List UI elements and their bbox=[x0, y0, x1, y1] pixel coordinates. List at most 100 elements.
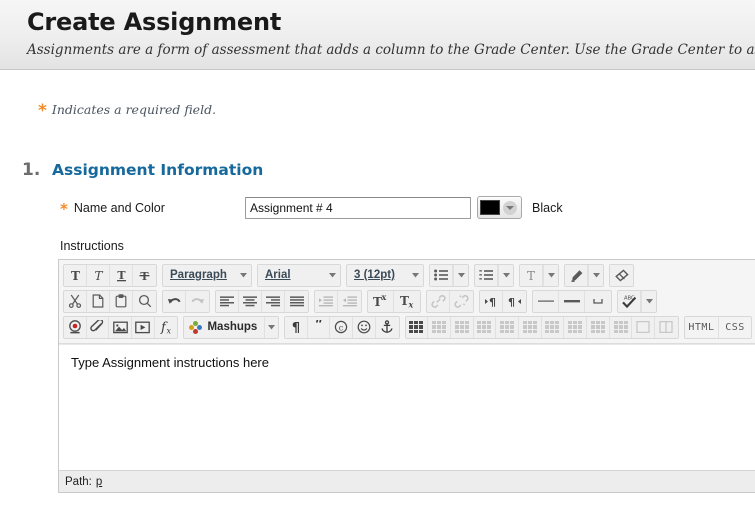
toolbar-row-2: T x T x ¶ ¶ ABC bbox=[61, 288, 755, 314]
subscript-icon[interactable]: T x bbox=[394, 290, 420, 312]
bold-icon[interactable]: T bbox=[64, 264, 87, 286]
color-swatch bbox=[480, 200, 500, 215]
clipboard-group bbox=[63, 289, 157, 313]
table-insert-column-before-icon[interactable] bbox=[541, 316, 565, 338]
table-split-vertical-icon[interactable] bbox=[655, 316, 678, 338]
link-icon[interactable] bbox=[427, 290, 450, 312]
horizontal-rule-icon[interactable] bbox=[533, 290, 559, 312]
font-family-select[interactable]: Arial bbox=[257, 263, 341, 287]
assignment-name-input[interactable] bbox=[245, 196, 471, 219]
editor-toolbar: T T T T Paragraph Arial 3 (12pt) T T x T… bbox=[59, 260, 755, 344]
emoticon-icon[interactable] bbox=[353, 316, 376, 338]
redo-icon[interactable] bbox=[186, 290, 209, 312]
chevron-down-icon[interactable] bbox=[264, 316, 279, 338]
insert-media-icon[interactable] bbox=[132, 316, 155, 338]
section-title: Assignment Information bbox=[52, 161, 264, 179]
text-color-icon[interactable]: T bbox=[520, 264, 543, 286]
paragraph-format-select[interactable]: Paragraph bbox=[162, 263, 252, 287]
page-title: Create Assignment bbox=[27, 8, 282, 36]
chevron-down-icon[interactable] bbox=[453, 264, 468, 286]
copy-icon[interactable] bbox=[87, 290, 110, 312]
align-center-icon[interactable] bbox=[239, 290, 262, 312]
eraser-icon[interactable] bbox=[610, 264, 633, 286]
rtl-icon[interactable]: ¶ bbox=[503, 290, 526, 312]
alignment-group bbox=[215, 289, 309, 313]
chevron-down-icon[interactable] bbox=[498, 264, 513, 286]
math-formula-icon[interactable]: f x bbox=[154, 316, 178, 338]
align-right-icon[interactable] bbox=[262, 290, 285, 312]
chevron-down-icon[interactable] bbox=[588, 264, 603, 286]
record-webcam-icon[interactable] bbox=[64, 316, 87, 338]
paragraph-format-value: Paragraph bbox=[170, 269, 227, 281]
svg-text:c: c bbox=[339, 323, 344, 332]
underline-icon[interactable]: T bbox=[110, 264, 133, 286]
font-size-value: 3 (12pt) bbox=[354, 269, 395, 281]
remove-formatting-group bbox=[609, 263, 634, 287]
table-delete-column-icon[interactable] bbox=[587, 316, 610, 338]
path-element-link[interactable]: p bbox=[96, 476, 102, 488]
thick-line-icon[interactable] bbox=[559, 290, 585, 312]
highlighter-icon[interactable] bbox=[565, 264, 588, 286]
indent-icon[interactable] bbox=[315, 290, 338, 312]
svg-text:x: x bbox=[166, 327, 171, 335]
copyright-icon[interactable]: c bbox=[330, 316, 354, 338]
required-field-note: * Indicates a required field. bbox=[0, 70, 755, 120]
insert-image-icon[interactable] bbox=[109, 316, 133, 338]
table-delete-row-icon[interactable] bbox=[518, 316, 542, 338]
undo-icon[interactable] bbox=[163, 290, 186, 312]
table-insert-row-before-icon[interactable] bbox=[473, 316, 497, 338]
cut-icon[interactable] bbox=[64, 290, 87, 312]
table-properties-icon[interactable] bbox=[428, 316, 451, 338]
table-insert-row-after-icon[interactable] bbox=[496, 316, 519, 338]
superscript-icon[interactable]: T x bbox=[368, 290, 394, 312]
html-view-button[interactable]: HTML bbox=[684, 316, 720, 338]
spellcheck-group: ABC bbox=[617, 289, 657, 313]
font-family-value: Arial bbox=[265, 269, 291, 281]
unlink-icon[interactable] bbox=[450, 290, 473, 312]
chevron-down-icon[interactable] bbox=[641, 290, 656, 312]
nbsp-icon[interactable] bbox=[585, 290, 611, 312]
chevron-down-icon bbox=[412, 269, 419, 281]
insert-symbols-group: ¶ “ c bbox=[284, 315, 400, 339]
mashups-icon bbox=[189, 320, 203, 334]
svg-text:¶: ¶ bbox=[508, 296, 515, 308]
color-picker-button[interactable] bbox=[477, 196, 522, 219]
strikethrough-icon[interactable]: T bbox=[133, 264, 156, 286]
toolbar-row-3: f x Mashups ¶ “ c HTML CSS bbox=[61, 314, 755, 340]
svg-text:T: T bbox=[527, 269, 535, 282]
font-size-select[interactable]: 3 (12pt) bbox=[346, 263, 424, 287]
path-label: Path: bbox=[65, 475, 92, 488]
table-insert-column-after-icon[interactable] bbox=[564, 316, 588, 338]
number-list-icon[interactable] bbox=[475, 264, 498, 286]
bullet-list-icon[interactable] bbox=[430, 264, 453, 286]
ltr-icon[interactable]: ¶ bbox=[480, 290, 503, 312]
show-blocks-icon[interactable]: ¶ bbox=[285, 316, 308, 338]
editor-content-area[interactable]: Type Assignment instructions here bbox=[59, 344, 755, 470]
editor-content-text: Type Assignment instructions here bbox=[71, 355, 269, 370]
outdent-icon[interactable] bbox=[338, 290, 361, 312]
name-and-color-row: * Name and Color Black bbox=[0, 180, 755, 219]
rule-group bbox=[532, 289, 612, 313]
indent-group bbox=[314, 289, 362, 313]
anchor-icon[interactable] bbox=[375, 316, 399, 338]
table-merge-cells-icon[interactable] bbox=[632, 316, 656, 338]
direction-group: ¶ ¶ bbox=[479, 289, 527, 313]
table-split-cells-icon[interactable] bbox=[609, 316, 633, 338]
block-quote-icon[interactable]: “ bbox=[307, 316, 331, 338]
align-justify-icon[interactable] bbox=[285, 290, 308, 312]
paste-icon[interactable] bbox=[110, 290, 133, 312]
insert-table-icon[interactable] bbox=[405, 316, 429, 338]
spellcheck-icon[interactable]: ABC bbox=[618, 290, 641, 312]
align-left-icon[interactable] bbox=[216, 290, 239, 312]
chevron-down-icon[interactable] bbox=[543, 264, 558, 286]
css-view-button[interactable]: CSS bbox=[719, 316, 752, 338]
italic-icon[interactable]: T bbox=[87, 264, 110, 286]
svg-text:T: T bbox=[71, 269, 80, 282]
table-row-properties-icon[interactable] bbox=[450, 316, 474, 338]
page-content: * Indicates a required field. 1. Assignm… bbox=[0, 70, 755, 493]
attach-file-icon[interactable] bbox=[86, 316, 110, 338]
text-color-group: T bbox=[519, 263, 559, 287]
mashups-group: Mashups bbox=[183, 315, 280, 339]
find-icon[interactable] bbox=[133, 290, 156, 312]
mashups-button[interactable]: Mashups bbox=[184, 316, 265, 338]
